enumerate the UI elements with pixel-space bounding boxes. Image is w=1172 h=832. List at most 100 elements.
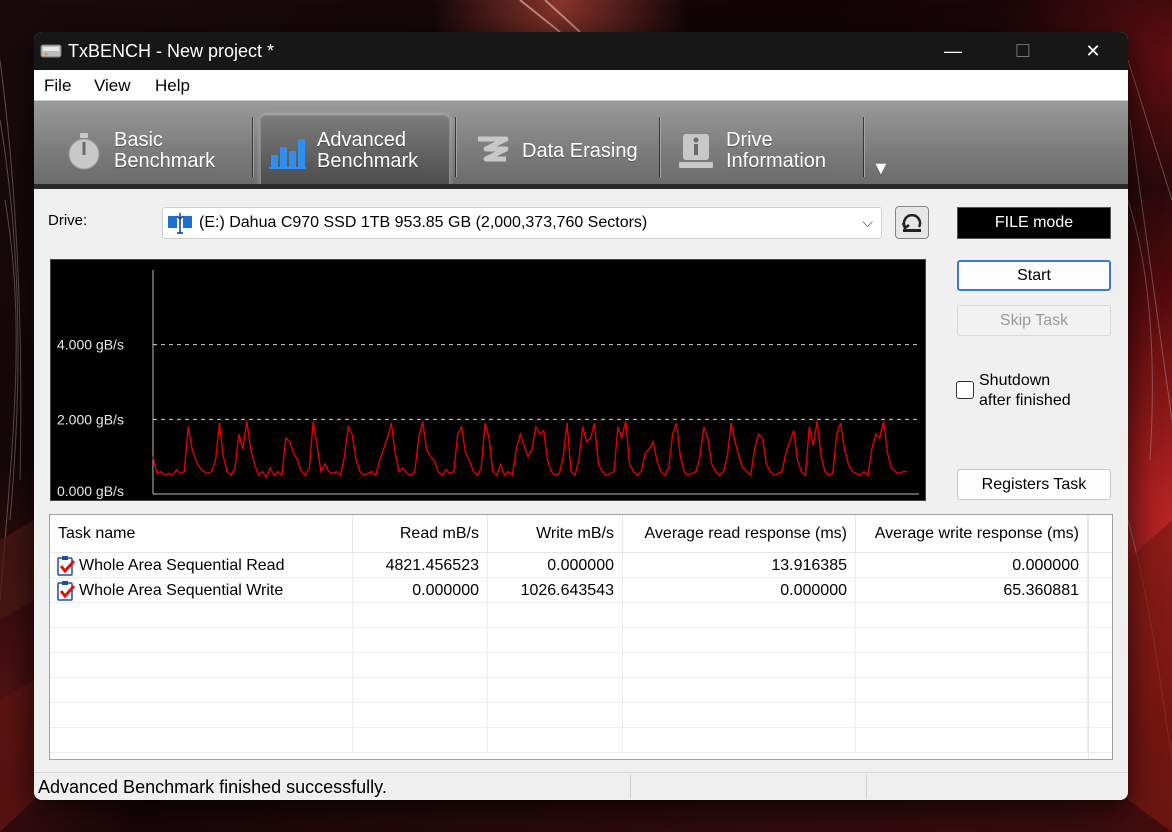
empty-cell xyxy=(353,628,488,653)
tab-data-erasing[interactable]: Data Erasing xyxy=(472,115,662,187)
table-row-empty xyxy=(50,678,1112,703)
task-name: Whole Area Sequential Write xyxy=(79,581,284,599)
task-checked-icon xyxy=(57,555,76,576)
refresh-drives-button[interactable] xyxy=(895,206,929,239)
table-scroll-gutter xyxy=(1088,515,1112,759)
shutdown-checkbox[interactable] xyxy=(956,381,974,399)
minimize-button[interactable]: — xyxy=(918,32,988,70)
table-header: Task name Read mB/s Write mB/s Average r… xyxy=(50,515,1112,553)
refresh-icon xyxy=(901,213,922,232)
empty-cell xyxy=(353,728,488,753)
tab-label-line1: Basic xyxy=(114,129,163,151)
empty-cell xyxy=(353,678,488,703)
task-name-cell: Whole Area Sequential Write xyxy=(50,578,353,603)
empty-cell xyxy=(856,728,1088,753)
table-row-empty xyxy=(50,703,1112,728)
drive-select-value: (E:) Dahua C970 SSD 1TB 953.85 GB (2,000… xyxy=(199,214,648,231)
shutdown-label-line2: after finished xyxy=(979,392,1071,409)
menu-help[interactable]: Help xyxy=(155,76,190,96)
drive-select[interactable]: (E:) Dahua C970 SSD 1TB 953.85 GB (2,000… xyxy=(162,207,882,239)
drive-info-icon xyxy=(679,134,713,168)
tab-drive-information-label: Drive Information xyxy=(726,130,826,172)
column-header-avg-read[interactable]: Average read response (ms) xyxy=(623,515,856,553)
empty-cell xyxy=(623,603,856,628)
chevron-down-icon: ⌵ xyxy=(862,214,873,230)
eraser-icon xyxy=(478,136,509,162)
tab-advanced-benchmark-label: Advanced Benchmark xyxy=(317,130,418,172)
avg-read-cell: 0.000000 xyxy=(623,578,856,603)
empty-cell xyxy=(623,678,856,703)
empty-cell xyxy=(488,603,623,628)
table-row-empty xyxy=(50,628,1112,653)
empty-cell xyxy=(623,628,856,653)
empty-cell xyxy=(488,728,623,753)
tab-data-erasing-label: Data Erasing xyxy=(522,139,638,162)
chart-y-tick-label: 2.000 gB/s xyxy=(57,411,124,427)
toolbar-more-chevron-icon[interactable]: ▼ xyxy=(872,158,890,179)
empty-cell xyxy=(50,653,353,678)
toolbar-separator xyxy=(455,117,457,177)
empty-cell xyxy=(856,653,1088,678)
shutdown-label-line1: Shutdown xyxy=(979,372,1051,389)
chart-y-tick-label: 4.000 gB/s xyxy=(57,337,124,353)
empty-cell xyxy=(50,628,353,653)
empty-cell xyxy=(623,653,856,678)
table-row-empty xyxy=(50,653,1112,678)
stopwatch-icon xyxy=(68,133,100,170)
empty-cell xyxy=(50,728,353,753)
status-message: Advanced Benchmark finished successfully… xyxy=(38,777,387,797)
empty-cell xyxy=(488,653,623,678)
title-bar[interactable]: TxBENCH - New project * — ☐ ✕ xyxy=(34,32,1128,70)
chart-y-tick-label: 0.000 gB/s xyxy=(57,483,124,499)
window-title: TxBENCH - New project * xyxy=(68,41,275,61)
column-header-write[interactable]: Write mB/s xyxy=(488,515,623,553)
tab-label-line2: Information xyxy=(726,150,827,172)
toolbar-separator xyxy=(659,117,661,177)
empty-cell xyxy=(488,703,623,728)
empty-cell xyxy=(488,678,623,703)
toolbar-separator xyxy=(863,117,865,177)
table-row[interactable]: Whole Area Sequential Read 4821.456523 0… xyxy=(50,553,1112,578)
write-cell: 1026.643543 xyxy=(488,578,623,603)
menu-view[interactable]: View xyxy=(94,76,131,96)
start-button[interactable]: Start xyxy=(957,260,1111,291)
tab-drive-information[interactable]: Drive Information xyxy=(676,115,866,187)
close-button[interactable]: ✕ xyxy=(1058,32,1128,70)
column-header-task-name[interactable]: Task name xyxy=(50,515,353,553)
app-drive-icon xyxy=(40,44,62,58)
avg-write-cell: 0.000000 xyxy=(856,553,1088,578)
empty-cell xyxy=(353,603,488,628)
task-checked-icon xyxy=(57,580,76,601)
empty-cell xyxy=(353,703,488,728)
throughput-chart-svg: 4.000 gB/s 2.000 gB/s 0.000 gB/s xyxy=(57,270,919,499)
empty-cell xyxy=(856,678,1088,703)
tab-basic-benchmark[interactable]: Basic Benchmark xyxy=(64,115,252,187)
empty-cell xyxy=(488,628,623,653)
drive-label: Drive: xyxy=(48,212,88,229)
status-bar: Advanced Benchmark finished successfully… xyxy=(34,772,1128,800)
drive-usb-icon xyxy=(168,213,192,234)
empty-cell xyxy=(50,603,353,628)
write-cell: 0.000000 xyxy=(488,553,623,578)
column-header-read[interactable]: Read mB/s xyxy=(353,515,488,553)
avg-read-cell: 13.916385 xyxy=(623,553,856,578)
task-table: Task name Read mB/s Write mB/s Average r… xyxy=(49,514,1113,760)
shutdown-checkbox-label: Shutdown after finished xyxy=(979,371,1071,411)
empty-cell xyxy=(623,703,856,728)
empty-cell xyxy=(856,628,1088,653)
registers-task-button[interactable]: Registers Task xyxy=(957,469,1111,500)
tab-advanced-benchmark[interactable]: Advanced Benchmark xyxy=(260,115,450,187)
tab-basic-benchmark-label: Basic Benchmark xyxy=(114,130,215,172)
table-row[interactable]: Whole Area Sequential Write 0.000000 102… xyxy=(50,578,1112,603)
toolbar-separator xyxy=(252,117,254,177)
maximize-button[interactable]: ☐ xyxy=(988,32,1058,70)
table-row-empty xyxy=(50,603,1112,628)
empty-cell xyxy=(856,703,1088,728)
status-separator xyxy=(630,775,631,799)
column-header-avg-write[interactable]: Average write response (ms) xyxy=(856,515,1088,553)
menu-file[interactable]: File xyxy=(44,76,71,96)
status-separator xyxy=(866,775,867,799)
tab-label-line1: Advanced xyxy=(317,129,406,151)
skip-task-button[interactable]: Skip Task xyxy=(957,305,1111,336)
empty-cell xyxy=(353,653,488,678)
